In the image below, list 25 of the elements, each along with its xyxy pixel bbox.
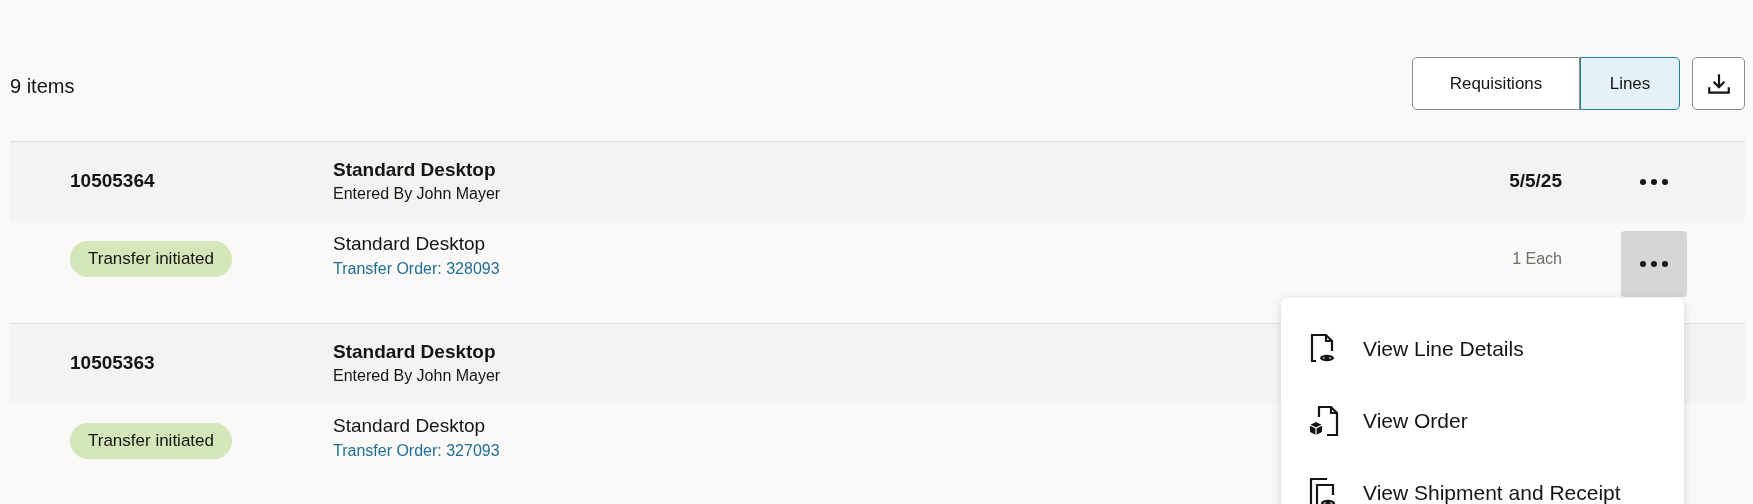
- menu-item[interactable]: View Line Details: [1281, 313, 1684, 385]
- quantity-text: 1 Each: [1512, 250, 1562, 267]
- more-icon: [1638, 260, 1669, 268]
- requisition-number: 10505363: [69, 351, 156, 376]
- menu-item[interactable]: View Shipment and Receipt: [1281, 457, 1684, 504]
- menu-item[interactable]: View Order: [1281, 385, 1684, 457]
- date-text: 5/5/25: [1509, 170, 1562, 192]
- item-title: Standard Desktop: [333, 339, 496, 364]
- transfer-order-link[interactable]: Transfer Order: 328093: [333, 257, 500, 281]
- status-badge: Transfer initiated: [70, 241, 232, 277]
- more-actions-button[interactable]: [1620, 231, 1687, 297]
- item-title: Standard Desktop: [333, 157, 496, 182]
- item-count: 9 items: [10, 74, 75, 99]
- download-button[interactable]: [1692, 57, 1745, 110]
- entered-by-text: Entered By John Mayer: [333, 365, 501, 386]
- view-toggle-button[interactable]: Lines: [1580, 57, 1680, 110]
- status-badge: Transfer initiated: [70, 423, 232, 459]
- document-box-icon: [1309, 405, 1339, 437]
- view-toggle-button[interactable]: Requisitions: [1412, 57, 1580, 110]
- transfer-order-link[interactable]: Transfer Order: 327093: [333, 439, 500, 463]
- entered-by-text: Entered By John Mayer: [333, 183, 501, 204]
- requisition-number: 10505364: [69, 169, 156, 194]
- more-icon: [1638, 177, 1669, 186]
- item-name: Standard Desktop: [333, 414, 486, 438]
- item-name: Standard Desktop: [333, 232, 486, 256]
